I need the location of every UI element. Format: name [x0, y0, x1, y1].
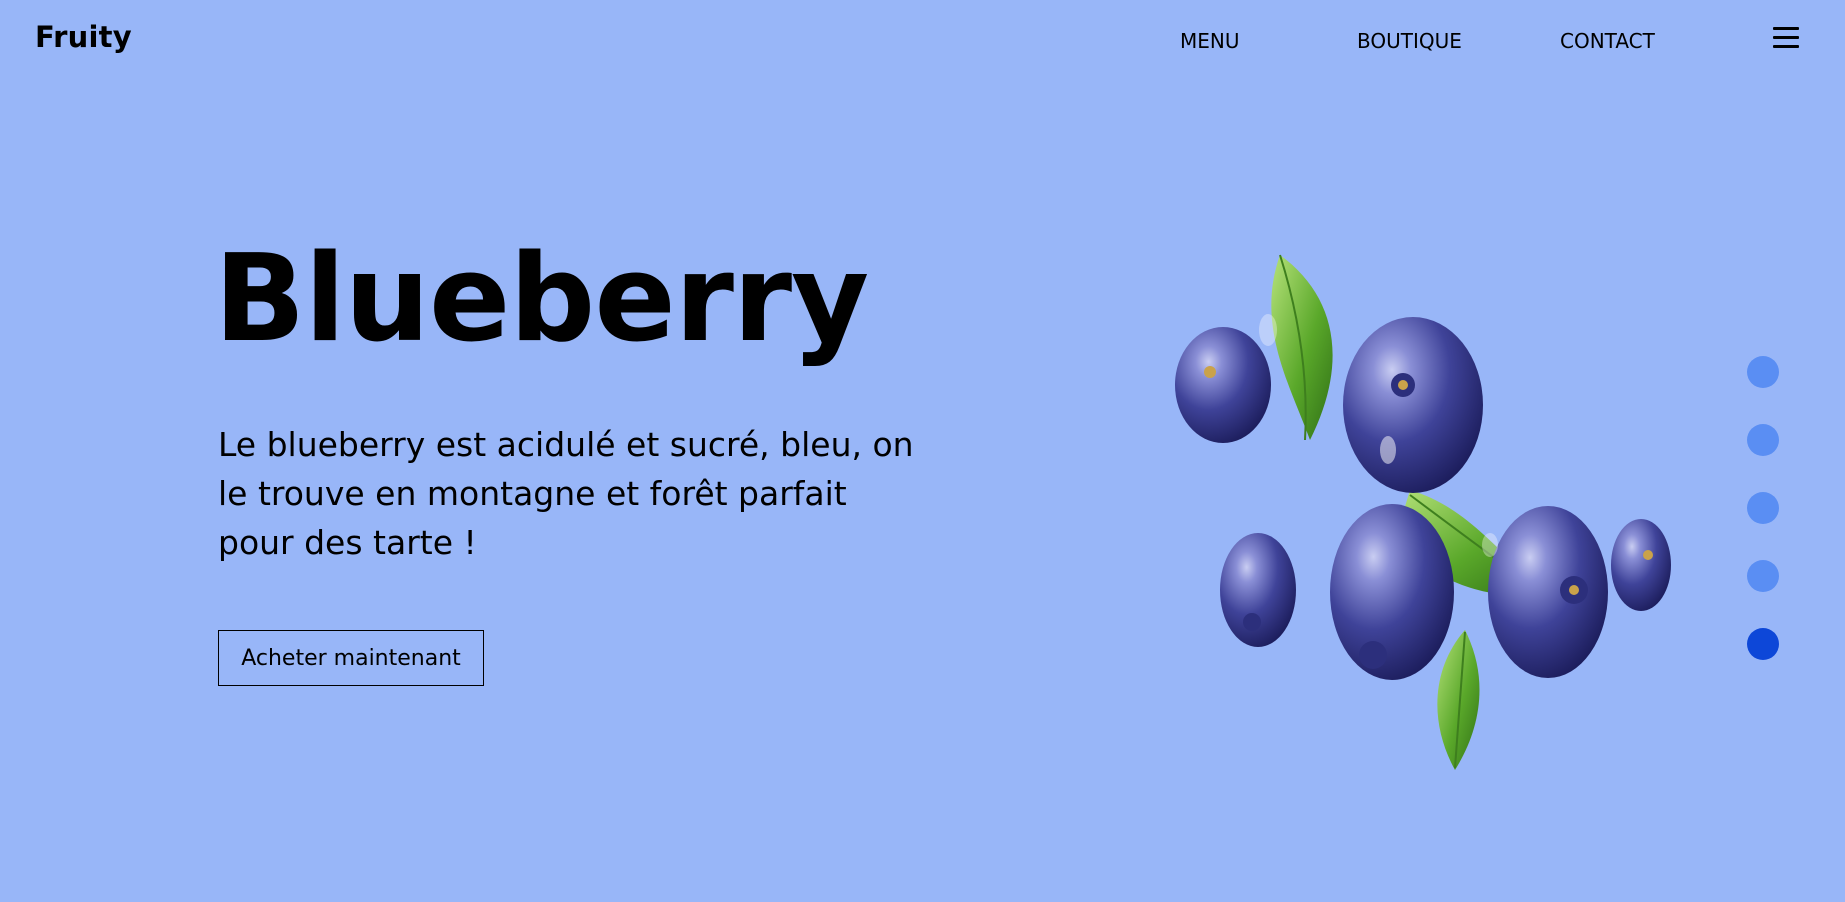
slider-dot-5-active[interactable]	[1747, 628, 1779, 660]
berry	[1175, 327, 1271, 443]
berry-calyx	[1359, 641, 1387, 669]
slider-dot-2[interactable]	[1747, 424, 1779, 456]
nav-contact[interactable]: CONTACT	[1560, 29, 1655, 53]
buy-now-button[interactable]: Acheter maintenant	[218, 630, 484, 686]
berry-calyx	[1398, 380, 1408, 390]
hamburger-icon[interactable]	[1773, 26, 1799, 50]
berry	[1330, 504, 1454, 680]
berry	[1611, 519, 1671, 611]
berry	[1488, 506, 1608, 678]
hamburger-line	[1773, 27, 1799, 30]
berry-calyx	[1243, 613, 1261, 631]
slider-dot-4[interactable]	[1747, 560, 1779, 592]
berry-calyx	[1569, 585, 1579, 595]
hamburger-line	[1773, 45, 1799, 48]
berry	[1220, 533, 1296, 647]
berry	[1343, 317, 1483, 493]
droplet	[1482, 533, 1498, 557]
brand-logo[interactable]: Fruity	[35, 20, 132, 54]
droplet	[1380, 436, 1396, 464]
berry-calyx	[1643, 550, 1653, 560]
blueberries-image	[1160, 240, 1700, 780]
droplet	[1259, 314, 1277, 346]
hamburger-line	[1773, 36, 1799, 39]
leaf	[1437, 630, 1480, 770]
nav-menu[interactable]: MENU	[1180, 29, 1240, 53]
slider-pagination	[1747, 356, 1779, 696]
slider-dot-3[interactable]	[1747, 492, 1779, 524]
slider-dot-1[interactable]	[1747, 356, 1779, 388]
nav-boutique[interactable]: BOUTIQUE	[1357, 29, 1462, 53]
hero-title: Blueberry	[214, 230, 869, 369]
blueberries-illustration	[1175, 254, 1671, 770]
berry-calyx	[1204, 366, 1216, 378]
hero-description: Le blueberry est acidulé et sucré, bleu,…	[218, 425, 914, 562]
